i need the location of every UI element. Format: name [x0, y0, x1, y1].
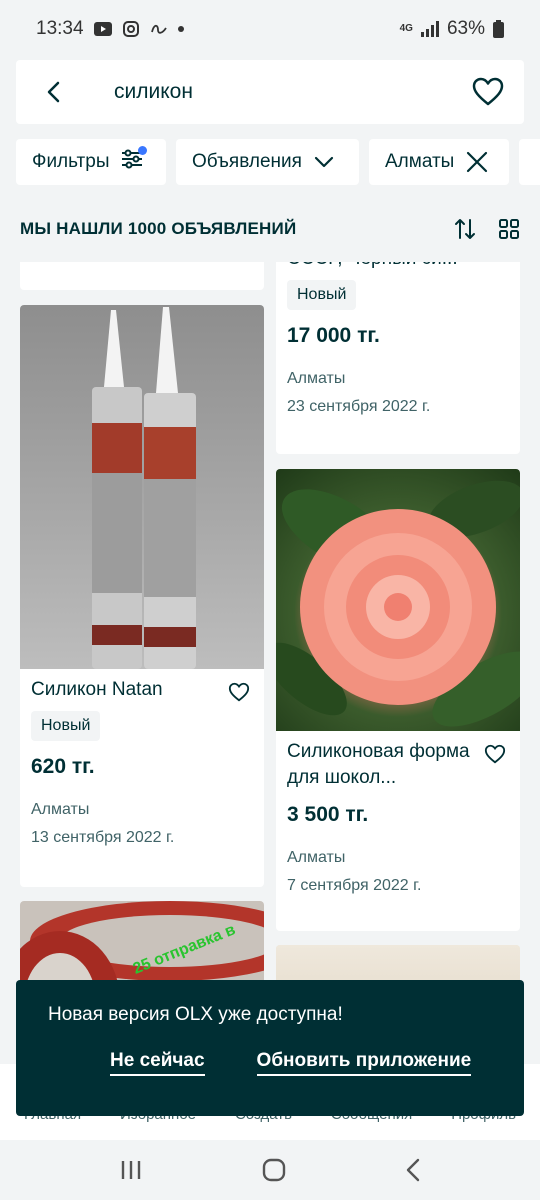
listing-title[interactable]: Силикон Natan — [31, 677, 253, 703]
listing-photo[interactable] — [20, 305, 264, 669]
filters-label: Фильтры — [32, 151, 110, 172]
category-chip[interactable]: Объявления — [176, 139, 359, 185]
results-count-title: МЫ НАШЛИ 1000 ОБЪЯВЛЕНИЙ — [20, 219, 297, 238]
status-bar: 13:34 4G 63% — [0, 0, 540, 58]
category-label: Объявления — [192, 151, 302, 172]
network-type: 4G — [399, 23, 413, 34]
search-bar[interactable]: силикон — [16, 60, 524, 124]
favorite-heart-icon[interactable] — [228, 681, 250, 703]
back-icon[interactable] — [405, 1158, 421, 1182]
status-time: 13:34 — [36, 18, 84, 39]
home-icon[interactable] — [262, 1158, 286, 1182]
notification-icon — [150, 24, 167, 34]
youtube-icon — [93, 22, 112, 36]
listing-card[interactable]: СССР, Черный си... Новый 17 000 тг. Алма… — [276, 262, 520, 454]
recent-apps-icon[interactable] — [119, 1159, 143, 1181]
battery-percent: 63% — [446, 18, 485, 39]
update-snackbar: Новая версия OLX уже доступна! Не сейчас… — [16, 980, 524, 1116]
battery-icon — [493, 20, 504, 38]
active-filter-dot — [138, 146, 148, 155]
close-icon[interactable] — [466, 151, 488, 173]
listing-price: 17 000 тг. — [287, 324, 380, 347]
listing-title[interactable]: СССР, Черный си... — [287, 262, 509, 272]
not-now-button[interactable]: Не сейчас — [110, 1050, 205, 1076]
sealant-tubes-image — [92, 307, 196, 669]
update-app-button[interactable]: Обновить приложение — [256, 1050, 472, 1076]
instagram-icon — [122, 21, 139, 37]
favorite-heart-icon[interactable] — [484, 743, 506, 765]
listing-date: 7 сентября 2022 г. — [287, 877, 422, 894]
city-label: Алматы — [385, 151, 455, 172]
condition-badge: Новый — [31, 711, 101, 741]
listing-date: 23 сентября 2022 г. — [287, 398, 431, 415]
listing-photo[interactable] — [276, 469, 520, 731]
listing-location: Алматы — [287, 849, 346, 866]
listing-card[interactable]: Силикон Natan Новый 620 тг. Алматы 13 се… — [20, 305, 264, 887]
heart-icon[interactable] — [472, 76, 504, 108]
signal-icon — [420, 21, 439, 37]
condition-badge: Новый — [287, 280, 357, 310]
snackbar-actions: Не сейчас Обновить приложение — [48, 1050, 492, 1076]
back-arrow-icon[interactable] — [42, 80, 66, 104]
dot-icon — [177, 26, 184, 32]
city-chip[interactable]: Алматы — [369, 139, 509, 185]
listing-price: 3 500 тг. — [287, 803, 369, 826]
listings-feed[interactable]: СССР, Черный си... Новый 17 000 тг. Алма… — [0, 262, 540, 1062]
results-header: МЫ НАШЛИ 1000 ОБЪЯВЛЕНИЙ — [20, 210, 520, 248]
listing-location: Алматы — [287, 370, 346, 387]
filters-chip[interactable]: Фильтры — [16, 139, 166, 185]
listing-date: 13 сентября 2022 г. — [31, 829, 175, 846]
listing-card-partial[interactable] — [20, 262, 264, 290]
filter-chips: Фильтры Объявления Алматы — [16, 139, 540, 185]
chevron-down-icon — [314, 156, 334, 168]
snackbar-message: Новая версия OLX уже доступна! — [48, 1004, 343, 1025]
rose-mold-image — [276, 480, 520, 727]
system-navigation-bar — [0, 1140, 540, 1200]
more-chip[interactable] — [519, 139, 540, 185]
grid-view-icon[interactable] — [498, 218, 520, 240]
listing-price: 620 тг. — [31, 755, 95, 778]
search-query[interactable]: силикон — [114, 80, 472, 104]
listing-location: Алматы — [31, 801, 90, 818]
listing-card[interactable]: Силиконовая форма для шокол... 3 500 тг.… — [276, 469, 520, 931]
sort-icon[interactable] — [454, 217, 476, 241]
listing-title[interactable]: Силиконовая форма для шокол... — [287, 739, 509, 791]
filter-icon-wrap — [121, 146, 148, 175]
